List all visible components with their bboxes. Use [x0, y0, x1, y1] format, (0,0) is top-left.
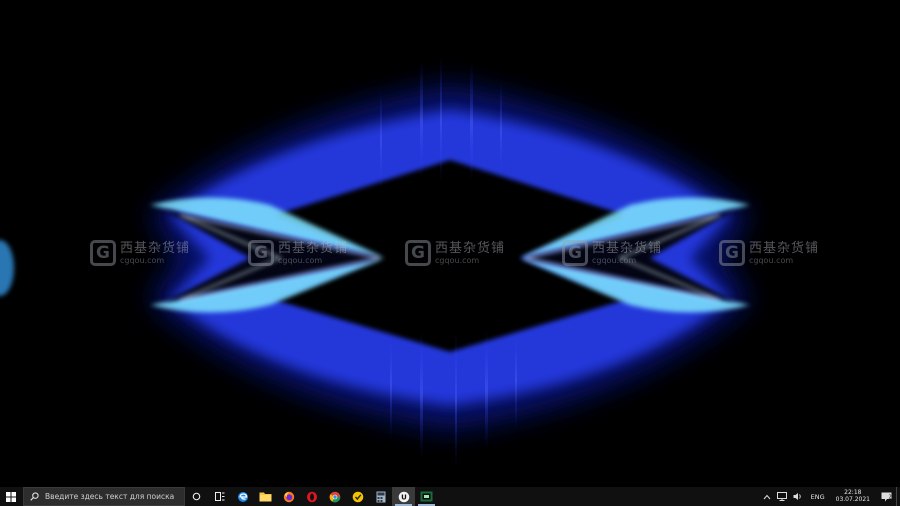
watermark-text: 西基杂货铺	[278, 240, 349, 256]
watermark: G 西基杂货铺 cgqou.com	[90, 240, 190, 266]
taskbar-media-app[interactable]	[415, 487, 438, 506]
tray-clock[interactable]: 22:18 03.07.2021	[830, 489, 876, 504]
unreal-icon: U	[398, 491, 409, 502]
taskbar-edge[interactable]	[231, 487, 254, 506]
search-placeholder: Введите здесь текст для поиска	[45, 492, 175, 501]
watermark: G 西基杂货铺 cgqou.com	[562, 240, 662, 266]
network-icon	[776, 492, 787, 501]
taskbar-chrome[interactable]	[323, 487, 346, 506]
svg-text:U: U	[401, 493, 407, 501]
watermark-logo-icon: G	[562, 240, 588, 266]
timeline-button[interactable]	[208, 487, 231, 506]
taskbar-calculator[interactable]	[369, 487, 392, 506]
taskbar-unreal-engine[interactable]: U	[392, 487, 415, 506]
chrome-icon	[329, 491, 340, 502]
tray-volume[interactable]	[790, 487, 806, 506]
windows-logo-icon	[6, 491, 16, 502]
task-view-icon	[192, 492, 201, 501]
search-icon	[30, 492, 39, 501]
watermark-logo-icon: G	[248, 240, 274, 266]
media-icon	[420, 491, 433, 502]
watermark-logo-icon: G	[90, 240, 116, 266]
tray-language[interactable]: ENG	[806, 493, 830, 501]
show-desktop-button[interactable]	[896, 487, 900, 506]
taskbar-norton[interactable]	[346, 487, 369, 506]
folder-icon	[259, 492, 272, 502]
watermark-url: cgqou.com	[120, 255, 165, 265]
chevron-up-icon	[763, 494, 771, 499]
watermark-logo-icon: G	[719, 240, 745, 266]
watermark-text: 西基杂货铺	[592, 240, 663, 256]
edge-icon	[237, 491, 248, 502]
watermark-url: cgqou.com	[278, 255, 323, 265]
tray-network[interactable]	[774, 487, 790, 506]
watermark: G 西基杂货铺 cgqou.com	[405, 240, 505, 266]
speaker-icon	[793, 493, 801, 500]
firefox-icon	[283, 491, 294, 502]
taskbar-file-explorer[interactable]	[254, 487, 277, 506]
watermark: G 西基杂货铺 cgqou.com	[719, 240, 819, 266]
task-view-button[interactable]	[185, 487, 208, 506]
opera-icon	[306, 491, 317, 502]
desktop-wallpaper: G 西基杂货铺 cgqou.com G 西基杂货铺 cgqou.com G 西基杂货…	[0, 0, 900, 487]
timeline-icon	[214, 492, 224, 501]
watermark-url: cgqou.com	[749, 255, 794, 265]
start-button[interactable]	[0, 487, 22, 506]
watermark-text: 西基杂货铺	[435, 240, 506, 256]
shield-icon	[352, 491, 363, 502]
taskbar-opera[interactable]	[300, 487, 323, 506]
watermark-text: 西基杂货铺	[749, 240, 820, 256]
taskbar-firefox[interactable]	[277, 487, 300, 506]
notification-icon: 2	[881, 492, 891, 501]
watermark-logo-icon: G	[405, 240, 431, 266]
notification-center-button[interactable]: 2	[876, 487, 896, 506]
clock-date: 03.07.2021	[835, 495, 870, 503]
watermark: G 西基杂货铺 cgqou.com	[248, 240, 348, 266]
system-tray: ENG 22:18 03.07.2021 2	[760, 487, 900, 506]
tray-overflow-button[interactable]	[760, 487, 774, 506]
svg-text:2: 2	[888, 494, 891, 500]
watermark-url: cgqou.com	[592, 255, 637, 265]
taskbar: Введите здесь текст для поиска U ENG 22:…	[0, 487, 900, 506]
watermark-url: cgqou.com	[435, 255, 480, 265]
calculator-icon	[376, 491, 385, 502]
watermark-text: 西基杂货铺	[120, 240, 191, 256]
taskbar-search-box[interactable]: Введите здесь текст для поиска	[23, 487, 185, 506]
